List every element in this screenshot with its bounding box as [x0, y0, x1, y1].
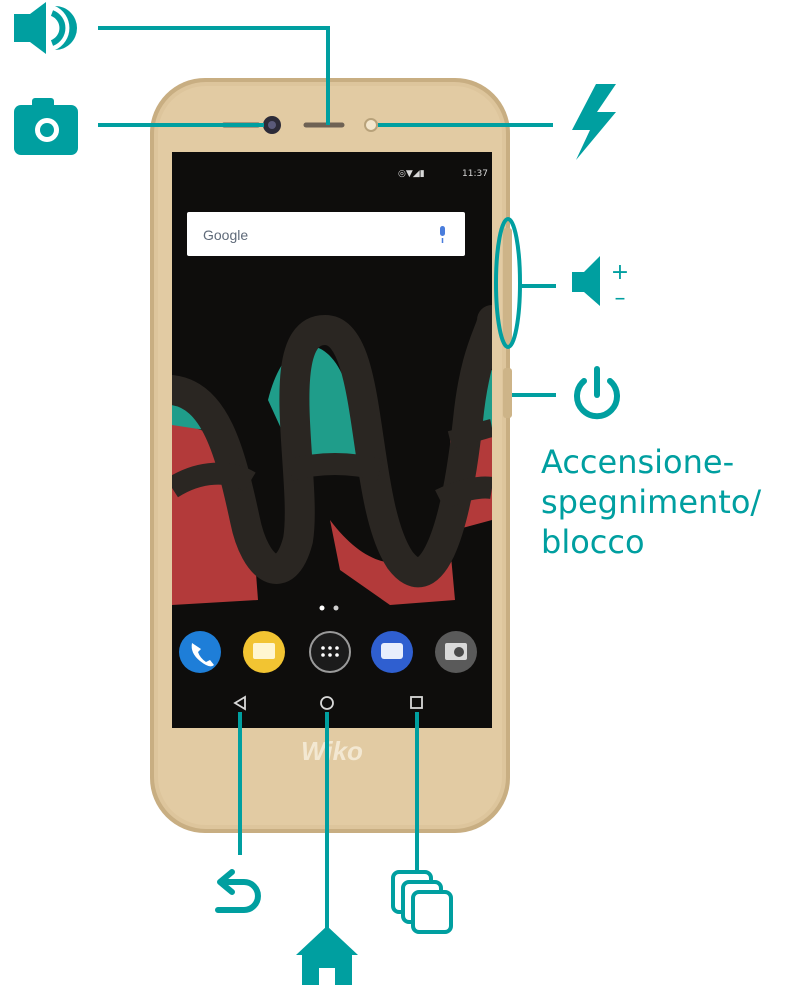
search-bar-label: Google	[203, 227, 248, 243]
messages-app-icon[interactable]	[243, 631, 285, 673]
volume-minus-label: –	[615, 286, 626, 311]
power-icon	[574, 366, 620, 420]
camera-icon	[14, 98, 78, 155]
app-drawer-icon[interactable]	[309, 631, 351, 673]
flash-icon	[572, 84, 616, 160]
status-icons: ◎▼◢▮	[398, 169, 425, 179]
power-label-line-3: blocco	[541, 523, 645, 561]
back-icon	[215, 869, 261, 913]
recent-apps-icon	[391, 870, 453, 934]
brand-logo: Wiko	[301, 736, 363, 766]
power-button-label: Accensione- spegnimento/ blocco	[541, 442, 801, 562]
volume-button	[503, 228, 512, 348]
power-label-line-1: Accensione-	[541, 443, 735, 481]
volume-rocker-icon: + –	[572, 256, 629, 311]
camera-app-icon[interactable]	[435, 631, 477, 673]
power-button	[503, 368, 512, 418]
google-search-bar[interactable]: Google	[187, 212, 465, 256]
volume-plus-label: +	[611, 260, 629, 285]
front-flash	[364, 118, 378, 132]
power-label-line-2: spegnimento/	[541, 483, 762, 521]
phone-screen: ◎▼◢▮ 11:37 Google	[172, 152, 492, 728]
home-icon	[296, 926, 358, 985]
chat-app-icon[interactable]	[371, 631, 413, 673]
speaker-icon	[14, 2, 77, 54]
status-time: 11:37	[462, 169, 488, 179]
phone-app-icon[interactable]	[179, 631, 221, 673]
